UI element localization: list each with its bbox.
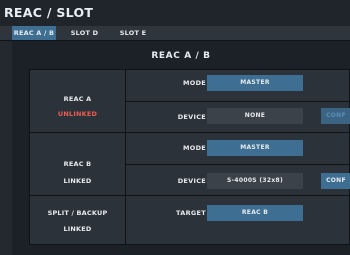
reac-b-device-button[interactable]: S-4000S (32x8) (207, 173, 303, 189)
tab-slot-e[interactable]: SLOT E (113, 26, 153, 40)
split-backup-group: SPLIT / BACKUP LINKED (29, 195, 126, 245)
reac-b-device-row: DEVICE S-4000S (32x8) CONF (125, 164, 350, 196)
reac-b-group: REAC B LINKED (29, 132, 126, 196)
reac-a-status: UNLINKED (57, 110, 98, 118)
reac-a-device-row: DEVICE NONE CONF (125, 101, 350, 133)
reac-b-device-label: DEVICE (177, 177, 206, 185)
reac-a-mode-button[interactable]: MASTER (207, 75, 303, 91)
reac-settings-area: REAC A / B REAC A UNLINKED MODE MASTER D… (12, 41, 350, 255)
target-button[interactable]: REAC B (207, 205, 303, 221)
tab-reac-a-b[interactable]: REAC A / B (12, 26, 56, 40)
reac-a-config-button[interactable]: CONF (321, 108, 350, 124)
reac-b-mode-row: MODE MASTER (125, 132, 350, 165)
reac-a-mode-row: MODE MASTER (125, 69, 350, 102)
reac-b-mode-label: MODE (182, 144, 206, 152)
reac-a-device-button[interactable]: NONE (207, 108, 303, 124)
target-label: TARGET (176, 209, 206, 217)
reac-b-status: LINKED (63, 177, 92, 185)
reac-a-group: REAC A UNLINKED (29, 69, 126, 133)
reac-slot-window: REAC / SLOT REAC A / B SLOT D SLOT E REA… (0, 0, 350, 255)
split-backup-status: LINKED (63, 225, 92, 233)
split-backup-name: SPLIT / BACKUP (47, 209, 108, 217)
window-title: REAC / SLOT (0, 0, 350, 26)
reac-a-name: REAC A (63, 95, 92, 103)
reac-b-config-button[interactable]: CONF (321, 173, 350, 189)
section-title: REAC A / B (151, 51, 211, 61)
reac-a-mode-label: MODE (182, 79, 206, 87)
reac-b-name: REAC B (63, 160, 92, 168)
tab-bar: REAC A / B SLOT D SLOT E (0, 26, 350, 41)
reac-b-mode-button[interactable]: MASTER (207, 140, 303, 156)
split-backup-target-row: TARGET REAC B (125, 195, 350, 245)
reac-a-device-label: DEVICE (177, 113, 206, 121)
tab-slot-d[interactable]: SLOT D (62, 26, 107, 40)
